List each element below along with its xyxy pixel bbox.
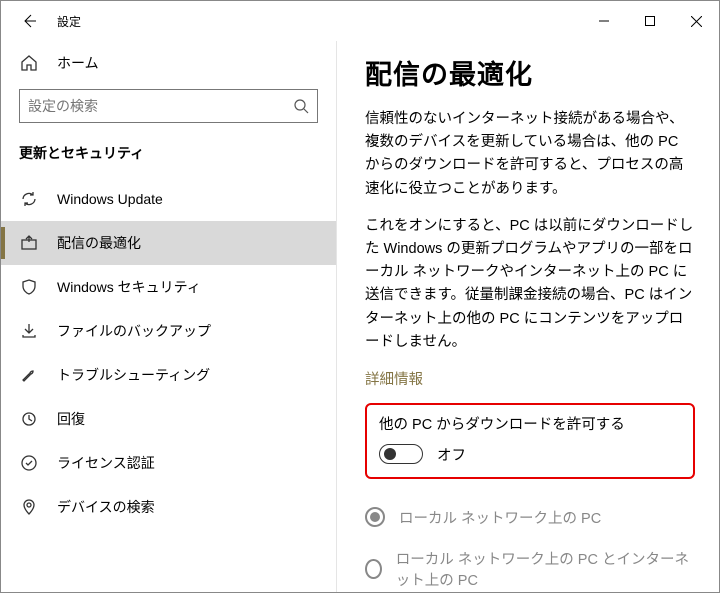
sidebar-item-label: 配信の最適化 (57, 233, 141, 253)
sidebar-item-recovery[interactable]: 回復 (1, 397, 336, 441)
sidebar-item-activation[interactable]: ライセンス認証 (1, 441, 336, 485)
radio-label: ローカル ネットワーク上の PC とインターネット上の PC (396, 548, 695, 590)
sidebar-item-windows-update[interactable]: Windows Update (1, 177, 336, 221)
sidebar-item-windows-security[interactable]: Windows セキュリティ (1, 265, 336, 309)
delivery-icon (19, 233, 39, 253)
sidebar-item-label: デバイスの検索 (57, 497, 155, 517)
sidebar-item-label: Windows セキュリティ (57, 277, 201, 297)
sidebar: ホーム 更新とセキュリティ Windows Update 配信の最適化 (1, 41, 336, 592)
backup-icon (19, 321, 39, 341)
sidebar-item-backup[interactable]: ファイルのバックアップ (1, 309, 336, 353)
close-button[interactable] (673, 5, 719, 37)
sidebar-item-delivery-optimization[interactable]: 配信の最適化 (1, 221, 336, 265)
radio-icon (365, 559, 382, 579)
toggle-knob (384, 448, 396, 460)
home-icon (19, 53, 39, 73)
recovery-icon (19, 409, 39, 429)
wrench-icon (19, 365, 39, 385)
sidebar-item-label: ファイルのバックアップ (57, 321, 211, 341)
description-2: これをオンにすると、PC は以前にダウンロードした Windows の更新プログ… (365, 215, 695, 354)
search-icon (293, 98, 309, 114)
sidebar-item-label: Windows Update (57, 191, 163, 207)
description-1: 信頼性のないインターネット接続がある場合や、複数のデバイスを更新している場合は、… (365, 108, 695, 201)
radio-local-and-internet[interactable]: ローカル ネットワーク上の PC とインターネット上の PC (365, 538, 695, 592)
sidebar-item-label: トラブルシューティング (57, 365, 210, 385)
sidebar-item-find-my-device[interactable]: デバイスの検索 (1, 485, 336, 529)
radio-local-network[interactable]: ローカル ネットワーク上の PC (365, 497, 695, 538)
radio-icon (365, 507, 385, 527)
sidebar-item-troubleshoot[interactable]: トラブルシューティング (1, 353, 336, 397)
toggle-state: オフ (437, 444, 466, 465)
category-header: 更新とセキュリティ (1, 135, 336, 177)
maximize-button[interactable] (627, 5, 673, 37)
allow-downloads-toggle[interactable] (379, 444, 423, 464)
sidebar-item-label: 回復 (57, 409, 85, 429)
home-label: ホーム (57, 53, 99, 73)
activation-icon (19, 453, 39, 473)
shield-icon (19, 277, 39, 297)
home-nav[interactable]: ホーム (1, 45, 336, 81)
radio-label: ローカル ネットワーク上の PC (399, 507, 601, 528)
window-title: 設定 (57, 13, 81, 30)
main-pane: 配信の最適化 信頼性のないインターネット接続がある場合や、複数のデバイスを更新し… (336, 41, 719, 592)
titlebar: 設定 (1, 1, 719, 41)
location-icon (19, 497, 39, 517)
toggle-label: 他の PC からダウンロードを許可する (379, 413, 681, 434)
allow-downloads-section: 他の PC からダウンロードを許可する オフ (365, 403, 695, 479)
search-input[interactable] (19, 89, 318, 123)
sync-icon (19, 189, 39, 209)
page-title: 配信の最適化 (365, 53, 695, 92)
minimize-button[interactable] (581, 5, 627, 37)
back-button[interactable] (17, 9, 41, 33)
sidebar-item-label: ライセンス認証 (57, 453, 155, 473)
learn-more-link[interactable]: 詳細情報 (365, 368, 423, 389)
search-field[interactable] (28, 98, 293, 114)
